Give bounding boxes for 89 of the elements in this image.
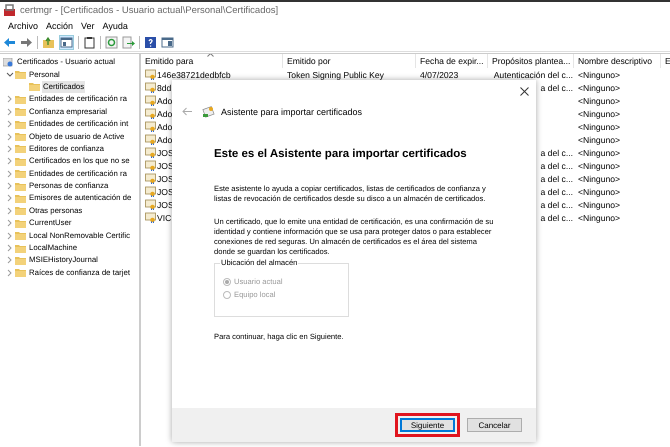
certificate-icon <box>145 82 156 93</box>
table-cell: <Ninguno> <box>578 186 620 196</box>
folder-icon <box>15 70 26 80</box>
folder-icon <box>15 156 26 166</box>
folder-icon <box>15 182 26 191</box>
dialog-heading: Este es el Asistente para importar certificados <box>214 148 468 160</box>
certificate-icon <box>145 147 156 158</box>
certificate-store-icon <box>3 58 14 67</box>
folder-icon <box>15 94 26 104</box>
refresh-icon[interactable] <box>105 36 118 48</box>
table-cell: a del c... <box>540 174 573 184</box>
table-cell: Ado <box>157 96 172 106</box>
menu-item[interactable]: Ayuda <box>98 21 132 31</box>
table-cell: a del c... <box>540 212 573 222</box>
window-title: certmgr - [Certificados - Usuario actual\Personal\Certificados] <box>20 5 278 16</box>
menu-item[interactable]: Archivo <box>4 21 42 31</box>
certificate-icon <box>145 173 156 184</box>
certificate-icon <box>145 95 156 106</box>
folder-icon <box>15 268 26 278</box>
table-cell: a del c... <box>540 186 573 196</box>
folder-icon <box>15 206 26 216</box>
table-cell: a del c... <box>540 160 573 170</box>
certificate-icon <box>145 212 156 223</box>
table-cell: <Ninguno> <box>578 122 620 132</box>
sort-caret-icon <box>207 54 214 57</box>
table-cell: <Ninguno> <box>578 134 620 144</box>
dialog-title: Asistente para importar certificados <box>221 106 362 116</box>
table-cell: <Ninguno> <box>578 96 620 106</box>
folder-icon <box>15 169 26 178</box>
folder-icon <box>15 256 26 265</box>
folder-icon <box>15 144 26 154</box>
certificate-icon <box>145 186 156 197</box>
menu-item[interactable]: Acción <box>42 21 78 31</box>
table-cell: Ado <box>157 108 172 118</box>
column-header[interactable]: Fecha de expir... <box>416 54 488 68</box>
back-arrow-icon[interactable] <box>3 36 16 48</box>
help-icon[interactable] <box>144 36 157 48</box>
folder-icon <box>15 194 26 203</box>
table-cell: Ado <box>157 134 172 144</box>
table-cell: <Ninguno> <box>578 160 620 170</box>
close-icon[interactable] <box>520 87 529 96</box>
certificate-icon <box>145 108 156 119</box>
table-cell: <Ninguno> <box>578 108 620 118</box>
column-header[interactable]: E <box>661 54 670 68</box>
table-cell: a del c... <box>540 148 573 158</box>
column-header[interactable]: Emitido para <box>141 54 283 68</box>
certificate-icon <box>145 134 156 145</box>
folder-icon <box>15 231 26 240</box>
back-arrow-icon[interactable] <box>181 105 194 118</box>
next-button[interactable]: Siguiente <box>400 418 455 432</box>
folder-icon <box>15 107 26 116</box>
certificate-wizard-icon <box>202 105 215 118</box>
table-cell: <Ninguno> <box>578 212 620 222</box>
table-cell: a del c... <box>540 82 573 92</box>
certificate-icon <box>145 121 156 132</box>
folder-icon <box>15 132 26 142</box>
app-icon <box>3 4 16 17</box>
table-cell: <Ninguno> <box>578 200 620 210</box>
table-cell: 146e38721dedbfcb <box>157 70 231 80</box>
cancel-button[interactable]: Cancelar <box>467 418 522 432</box>
folder-icon <box>29 82 40 92</box>
folder-icon <box>15 244 26 253</box>
table-cell: Token Signing Public Key <box>287 70 384 80</box>
column-header[interactable]: Emitido por <box>283 54 416 68</box>
panel-icon[interactable] <box>161 36 174 48</box>
folder-icon <box>15 218 26 228</box>
clipboard-icon[interactable] <box>83 36 96 48</box>
folder-icon <box>15 120 26 129</box>
menu-item[interactable]: Ver <box>77 21 99 31</box>
table-cell: Autenticación del c... <box>494 70 573 80</box>
certificate-icon <box>145 69 156 80</box>
console-tree-icon[interactable] <box>59 34 74 50</box>
table-cell: 8dd <box>157 82 172 92</box>
table-cell: <Ninguno> <box>578 174 620 184</box>
column-header[interactable]: Propósitos plantea... <box>488 54 574 68</box>
table-cell: <Ninguno> <box>578 148 620 158</box>
certificate-icon <box>145 160 156 171</box>
column-header[interactable]: Nombre descriptivo <box>574 54 661 68</box>
table-cell: 4/07/2023 <box>420 70 458 80</box>
table-cell: VIC <box>157 212 172 222</box>
export-icon[interactable] <box>122 36 135 48</box>
table-cell: <Ninguno> <box>578 70 620 80</box>
forward-arrow-icon[interactable] <box>20 36 33 48</box>
table-cell: <Ninguno> <box>578 82 620 92</box>
folder-up-icon[interactable] <box>42 36 55 48</box>
certificate-icon <box>145 199 156 210</box>
table-cell: a del c... <box>540 200 573 210</box>
table-cell: Ado <box>157 122 172 132</box>
collapse-chevron-icon[interactable] <box>5 70 15 79</box>
